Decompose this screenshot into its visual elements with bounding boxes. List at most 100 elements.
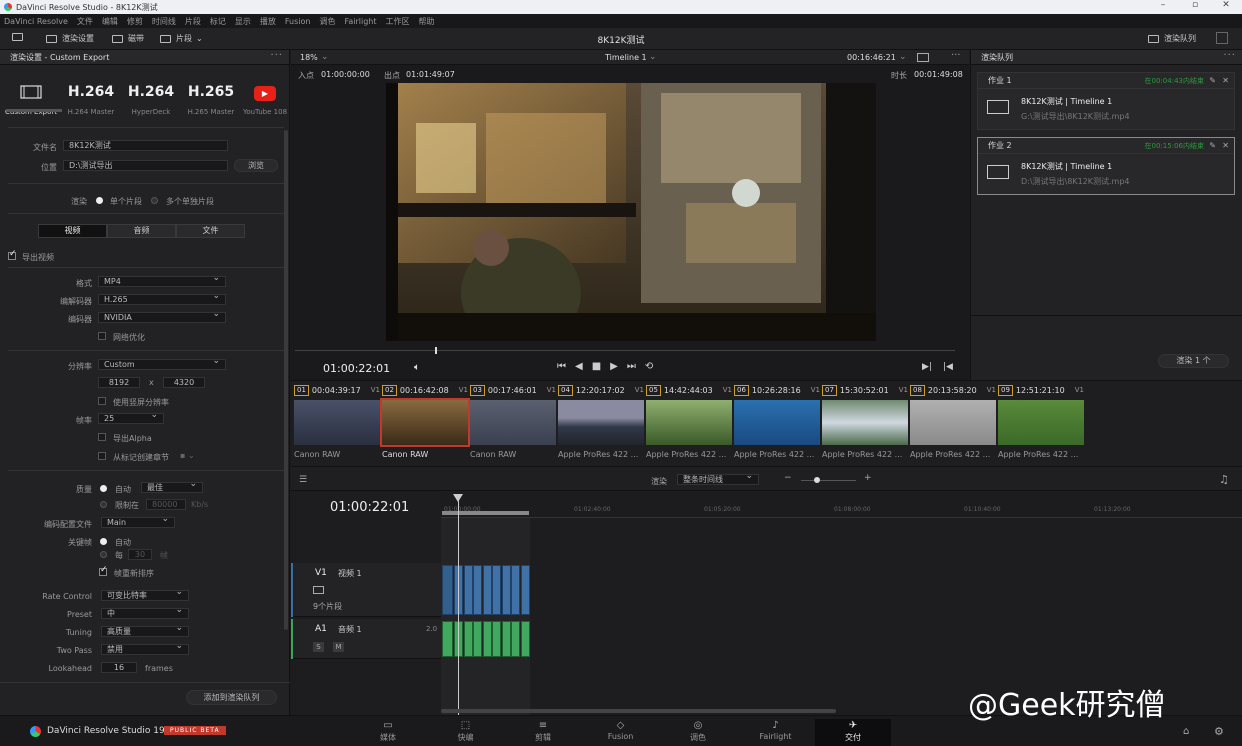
quality-auto-radio[interactable] bbox=[100, 485, 107, 492]
page-color[interactable]: ◎ 调色 bbox=[660, 719, 736, 746]
resolution-select[interactable]: Custom bbox=[98, 357, 226, 370]
render-all-button[interactable]: 渲染 1 个 bbox=[1158, 354, 1229, 368]
chapter-marker-icon[interactable]: ▪ ⌄ bbox=[180, 451, 195, 460]
render-job-2[interactable]: 作业 2 在00:15:06内结束 ✎ ✕ 8K12K测试 | Timeline 1 … bbox=[977, 137, 1235, 195]
zoom-slider-handle[interactable] bbox=[814, 477, 820, 483]
clip-09[interactable]: 09 12:51:21:10 V1 Apple ProRes 422 ... bbox=[998, 384, 1084, 459]
v1-name[interactable]: 视频 1 bbox=[338, 568, 362, 579]
menu-fusion[interactable]: Fusion bbox=[285, 17, 311, 26]
rate-control-select[interactable]: 可变比特率 bbox=[101, 588, 189, 601]
clips-button[interactable]: 片段 ⌄ bbox=[160, 33, 203, 44]
keyframe-auto-radio[interactable] bbox=[100, 538, 107, 545]
expand-icon[interactable] bbox=[1216, 32, 1228, 44]
clip-05[interactable]: 05 14:42:44:03 V1 Apple ProRes 422 ... bbox=[646, 384, 732, 459]
clip-06[interactable]: 06 10:26:28:16 V1 Apple ProRes 422 ... bbox=[734, 384, 820, 459]
export-alpha-checkbox[interactable] bbox=[98, 433, 106, 441]
stop-icon[interactable]: ■ bbox=[592, 361, 610, 372]
clip-04[interactable]: 04 12:20:17:02 V1 Apple ProRes 422 ... bbox=[558, 384, 644, 459]
timeline-name[interactable]: Timeline 1 bbox=[605, 53, 647, 62]
multi-clip-radio[interactable] bbox=[151, 197, 158, 204]
encoder-select[interactable]: NVIDIA bbox=[98, 310, 226, 323]
reorder-checkbox[interactable] bbox=[99, 565, 108, 576]
tab-audio[interactable]: 音频 bbox=[107, 224, 176, 238]
menu-timeline[interactable]: 时间线 bbox=[152, 16, 176, 27]
clip-thumbnail[interactable] bbox=[910, 400, 996, 445]
height-field[interactable]: 4320 bbox=[163, 377, 205, 388]
page-media[interactable]: ▭ 媒体 bbox=[350, 719, 426, 746]
next-edit-icon[interactable]: ▶| bbox=[922, 362, 932, 372]
codec-select[interactable]: H.265 bbox=[98, 292, 226, 305]
menu-playback[interactable]: 播放 bbox=[260, 16, 276, 27]
preset-h265-master[interactable]: H.265 H.265 Master bbox=[181, 80, 241, 116]
video-track-icon[interactable] bbox=[313, 586, 324, 594]
quality-select[interactable]: 最佳 bbox=[141, 480, 203, 493]
timeline-playhead[interactable] bbox=[458, 495, 459, 716]
play-icon[interactable]: ▶ bbox=[610, 361, 627, 372]
width-field[interactable]: 8192 bbox=[98, 377, 140, 388]
jump-start-icon[interactable]: ⏮ bbox=[557, 361, 575, 372]
timeline-options-icon[interactable]: ☰ bbox=[299, 475, 307, 485]
viewer-scrubber[interactable] bbox=[295, 350, 955, 351]
clip-02[interactable]: 02 00:16:42:08 V1 Canon RAW bbox=[380, 384, 470, 459]
audio-meter-icon[interactable]: ♫ bbox=[1219, 473, 1229, 486]
page-deliver[interactable]: ✈ 交付 bbox=[815, 719, 891, 746]
settings-gear-icon[interactable]: ⚙ bbox=[1214, 725, 1224, 738]
menu-file[interactable]: 文件 bbox=[77, 16, 93, 27]
zoom-dropdown-icon[interactable]: ⌄ bbox=[321, 52, 329, 62]
menu-edit[interactable]: 编辑 bbox=[102, 16, 118, 27]
zoom-level[interactable]: 18% bbox=[300, 53, 318, 62]
add-to-queue-button[interactable]: 添加到渲染队列 bbox=[186, 690, 277, 705]
clip-thumbnail[interactable] bbox=[646, 400, 732, 445]
delete-job-icon[interactable]: ✕ bbox=[1222, 76, 1229, 85]
monitor-icon[interactable] bbox=[12, 33, 23, 41]
more-options-icon[interactable]: ··· bbox=[270, 50, 283, 61]
single-clip-radio[interactable] bbox=[96, 197, 103, 204]
tab-file[interactable]: 文件 bbox=[176, 224, 245, 238]
scrubber-playhead[interactable] bbox=[435, 347, 437, 354]
left-panel-scrollbar[interactable] bbox=[284, 130, 288, 630]
lookahead-field[interactable]: 16 bbox=[101, 662, 137, 673]
export-video-checkbox[interactable] bbox=[8, 249, 17, 260]
render-queue-button[interactable]: 渲染队列 bbox=[1148, 33, 1196, 44]
format-select[interactable]: MP4 bbox=[98, 274, 226, 287]
clip-thumbnail[interactable] bbox=[470, 400, 556, 445]
location-field[interactable]: D:\测试导出 bbox=[63, 160, 228, 171]
profile-select[interactable]: Main bbox=[101, 515, 175, 528]
page-cut[interactable]: ⬚ 快编 bbox=[428, 719, 504, 746]
zoom-in-icon[interactable]: + bbox=[864, 473, 872, 483]
network-optimize-checkbox[interactable] bbox=[98, 332, 106, 340]
keyframe-field[interactable]: 30 bbox=[128, 549, 152, 560]
tuning-select[interactable]: 高质量 bbox=[101, 624, 189, 637]
clip-thumbnail[interactable] bbox=[380, 398, 470, 447]
keyframe-every-radio[interactable] bbox=[100, 551, 107, 558]
queue-more-icon[interactable]: ··· bbox=[1223, 50, 1236, 61]
preset-select[interactable]: 中 bbox=[101, 606, 189, 619]
a1-name[interactable]: 音频 1 bbox=[338, 624, 362, 635]
tab-video[interactable]: 视频 bbox=[38, 224, 107, 238]
clip-thumbnail[interactable] bbox=[558, 400, 644, 445]
browse-button[interactable]: 浏览 bbox=[234, 159, 278, 172]
menu-resolve[interactable]: DaVinci Resolve bbox=[4, 17, 68, 26]
delete-job-icon[interactable]: ✕ bbox=[1222, 141, 1229, 150]
clip-thumbnail[interactable] bbox=[294, 400, 380, 445]
menu-color[interactable]: 调色 bbox=[319, 16, 335, 27]
timeline-ruler[interactable] bbox=[441, 492, 1242, 518]
render-range-select[interactable]: 整条时间线 bbox=[677, 472, 759, 485]
chapters-checkbox[interactable] bbox=[98, 452, 106, 460]
menu-workspace[interactable]: 工作区 bbox=[386, 16, 410, 27]
menu-view[interactable]: 显示 bbox=[235, 16, 251, 27]
clip-01[interactable]: 01 00:04:39:17 V1 Canon RAW bbox=[294, 384, 380, 459]
render-job-1[interactable]: 作业 1 在00:04:43内结束 ✎ ✕ 8K12K测试 | Timeline 1 … bbox=[977, 72, 1235, 130]
home-icon[interactable]: ⌂ bbox=[1183, 726, 1189, 737]
timeline-dropdown-icon[interactable]: ⌄ bbox=[649, 52, 657, 62]
edit-job-icon[interactable]: ✎ bbox=[1209, 76, 1216, 85]
clip-03[interactable]: 03 00:17:46:01 V1 Canon RAW bbox=[470, 384, 556, 459]
render-settings-button[interactable]: 渲染设置 bbox=[46, 33, 94, 44]
timeline-h-scrollbar[interactable] bbox=[441, 709, 836, 713]
prev-edit-icon[interactable]: |◀ bbox=[943, 362, 953, 372]
clip-07[interactable]: 07 15:30:52:01 V1 Apple ProRes 422 ... bbox=[822, 384, 908, 459]
preset-scrollbar[interactable] bbox=[6, 109, 62, 112]
loop-icon[interactable]: ⟲ bbox=[645, 361, 662, 372]
volume-icon[interactable]: 🔈︎ bbox=[414, 362, 420, 373]
mute-button[interactable]: M bbox=[333, 642, 344, 652]
